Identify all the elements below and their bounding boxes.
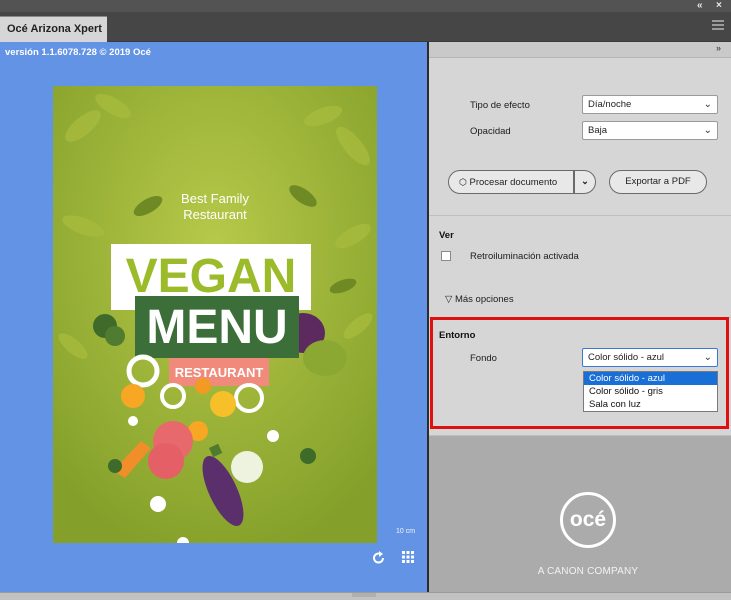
cube-icon: ⬡ [459, 177, 467, 187]
chevron-down-icon: ⌄ [581, 176, 589, 187]
poster-line1: Best Family [181, 191, 249, 206]
ver-title: Ver [439, 230, 454, 241]
panel-menu-icon[interactable] [712, 20, 724, 30]
preview-pane: versión 1.1.6078.728 © 2019 Océ Best Fam… [0, 42, 427, 592]
opacidad-select[interactable]: Baja ⌄ [582, 121, 718, 140]
retroiluminacion-checkbox[interactable] [441, 251, 451, 261]
section-divider [429, 215, 731, 216]
triangle-down-icon: ▽ [445, 294, 455, 305]
poster-restaurant: RESTAURANT [175, 365, 264, 380]
expand-icon[interactable]: » [716, 43, 721, 53]
procesar-documento-button[interactable]: ⬡ Procesar documento [448, 170, 574, 194]
opacidad-label: Opacidad [470, 126, 511, 137]
app-window: « × Océ Arizona Xpert versión 1.1.6078.7… [0, 0, 731, 600]
canon-tagline: A CANON COMPANY [537, 566, 639, 577]
top-strip: « × [0, 0, 731, 12]
exportar-pdf-button[interactable]: Exportar a PDF [609, 170, 707, 194]
tab-oce-arizona-xpert[interactable]: Océ Arizona Xpert [0, 16, 107, 42]
procesar-dropdown-button[interactable]: ⌄ [574, 170, 596, 194]
oce-logo: océ [560, 492, 616, 548]
poster-line2: Restaurant [183, 207, 247, 222]
poster-vegan: VEGAN [126, 250, 297, 303]
procesar-label: Procesar documento [469, 177, 558, 188]
poster-menu: MENU [146, 301, 287, 354]
fondo-dropdown-list[interactable]: Color sólido - azul Color sólido - gris … [583, 371, 718, 412]
retroiluminacion-label: Retroiluminación activada [470, 251, 579, 262]
mas-opciones-label: Más opciones [454, 294, 514, 305]
collapse-icon[interactable]: « [697, 0, 703, 12]
mas-opciones-toggle[interactable]: ▽ Más opciones [445, 294, 514, 305]
resize-grip[interactable] [352, 593, 376, 597]
fondo-option-azul[interactable]: Color sólido - azul [584, 372, 717, 385]
tipo-efecto-select[interactable]: Día/noche ⌄ [582, 95, 718, 114]
panel-header: » [429, 42, 731, 58]
opacidad-value: Baja [588, 125, 608, 136]
fondo-option-gris[interactable]: Color sólido - gris [584, 385, 717, 398]
poster-artwork: Best Family Restaurant VEGAN MENU RESTAU… [53, 86, 377, 543]
chevron-down-icon: ⌄ [703, 99, 712, 110]
scale-label: 10 cm [396, 528, 416, 535]
close-icon[interactable]: × [716, 0, 722, 12]
chevron-down-icon: ⌄ [703, 125, 712, 136]
rotate-icon[interactable] [371, 550, 387, 566]
tab-bar: Océ Arizona Xpert [0, 12, 731, 42]
fondo-option-sala[interactable]: Sala con luz [584, 398, 717, 411]
tipo-efecto-value: Día/noche [588, 99, 632, 110]
tipo-efecto-label: Tipo de efecto [470, 100, 530, 111]
grid-icon[interactable] [401, 550, 415, 564]
poster-preview: Best Family Restaurant VEGAN MENU RESTAU… [53, 86, 377, 543]
version-text: versión 1.1.6078.728 © 2019 Océ [5, 47, 151, 58]
